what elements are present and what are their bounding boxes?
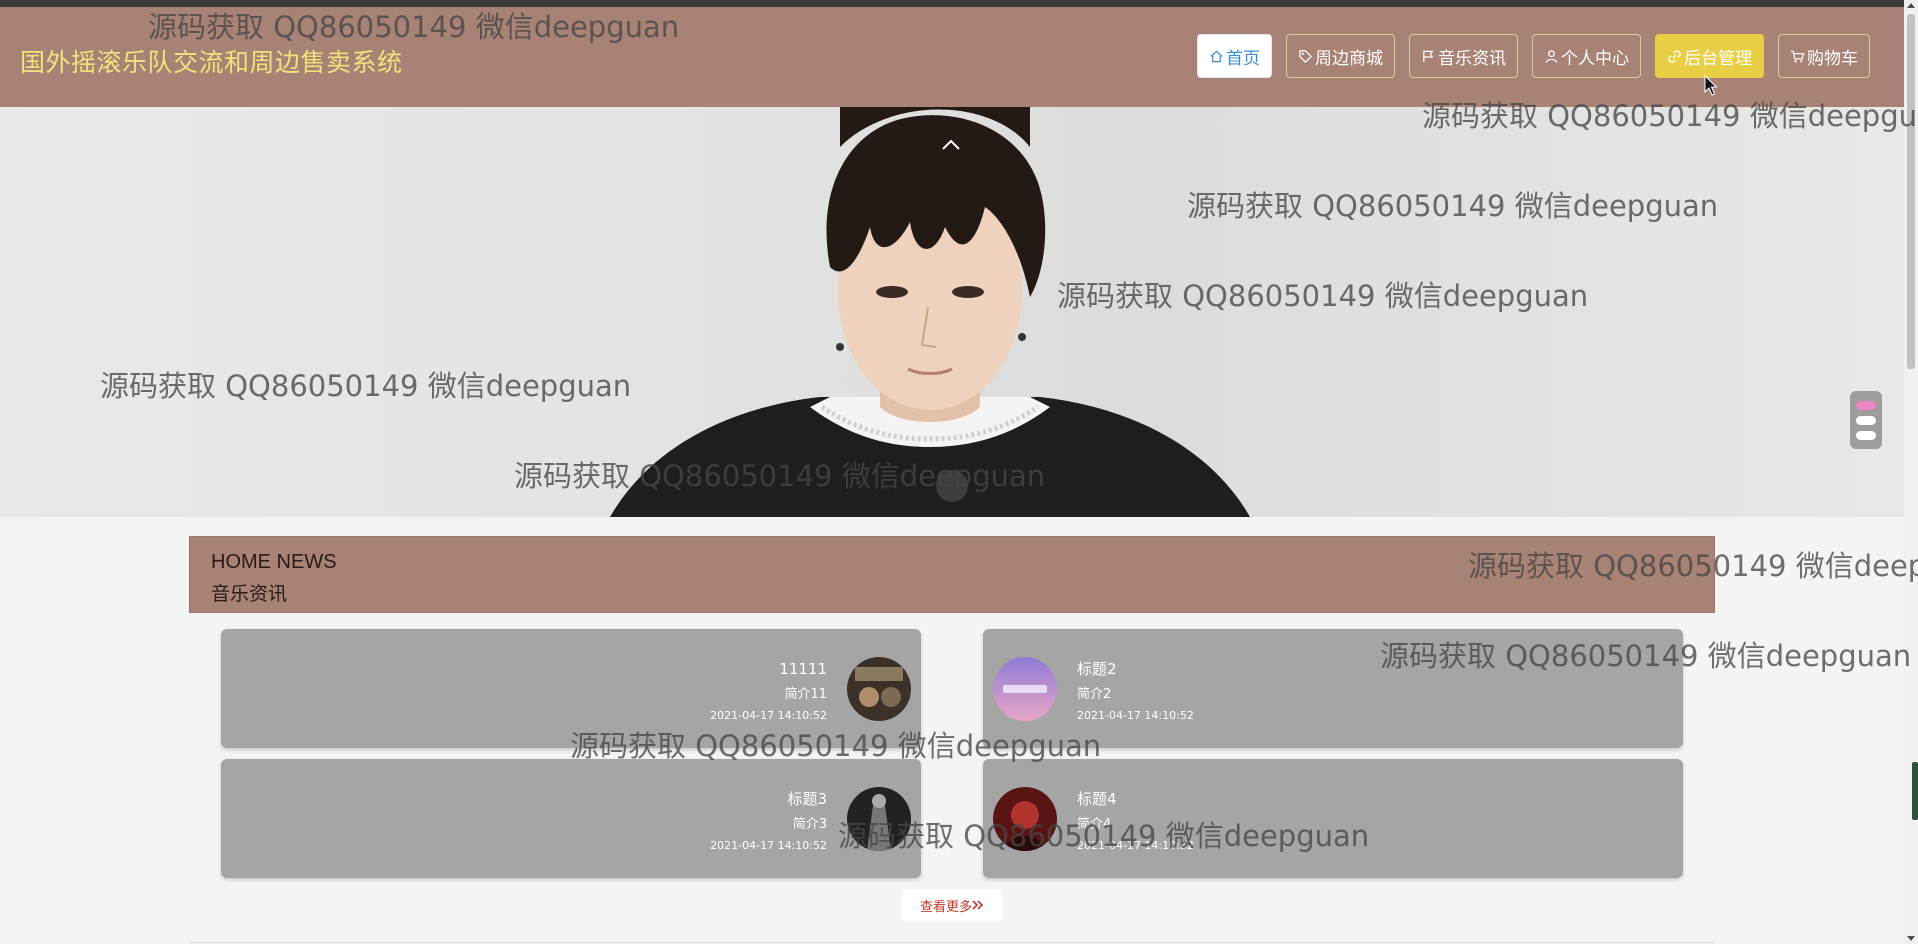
nav-admin-label: 后台管理 xyxy=(1684,48,1752,69)
main-nav: 首页 周边商城 音乐资讯 个人中心 后台管理 购物车 xyxy=(1197,34,1870,78)
carousel-dot-3[interactable] xyxy=(1856,430,1876,440)
nav-news-button[interactable]: 音乐资讯 xyxy=(1409,34,1518,78)
mouse-cursor-icon xyxy=(1704,75,1718,96)
nav-cart-button[interactable]: 购物车 xyxy=(1778,34,1870,78)
nav-home-label: 首页 xyxy=(1226,48,1260,69)
nav-cart-label: 购物车 xyxy=(1807,48,1858,69)
news-card-text: 标题4 简介4 2021-04-17 14:10:52 xyxy=(1077,789,1194,853)
news-date: 2021-04-17 14:10:52 xyxy=(1077,709,1194,722)
nav-profile-button[interactable]: 个人中心 xyxy=(1532,34,1641,78)
flag-icon xyxy=(1423,50,1434,62)
carousel-pause-button[interactable] xyxy=(936,470,968,502)
news-title: 标题4 xyxy=(1077,790,1117,808)
site-header: 国外摇滚乐队交流和周边售卖系统 首页 周边商城 音乐资讯 个人中心 后台管理 购… xyxy=(0,7,1904,107)
nav-shop-button[interactable]: 周边商城 xyxy=(1286,34,1395,78)
nav-shop-label: 周边商城 xyxy=(1315,48,1383,69)
view-more-button[interactable]: 查看更多 xyxy=(902,889,1002,921)
news-card[interactable]: 标题4 简介4 2021-04-17 14:10:52 xyxy=(983,759,1683,878)
news-card[interactable]: 标题3 简介3 2021-04-17 14:10:52 xyxy=(221,759,921,878)
news-title: 11111 xyxy=(779,660,827,678)
news-date: 2021-04-17 14:10:52 xyxy=(710,839,827,852)
news-section-header: HOME NEWS 音乐资讯 xyxy=(189,536,1715,613)
banner-carousel[interactable] xyxy=(0,107,1904,517)
news-date: 2021-04-17 14:10:52 xyxy=(710,709,827,722)
news-title: 标题3 xyxy=(787,790,827,808)
side-extension-widget[interactable] xyxy=(1912,762,1918,820)
carousel-dot-2[interactable] xyxy=(1856,415,1876,425)
nav-admin-button[interactable]: 后台管理 xyxy=(1655,34,1764,78)
nav-news-label: 音乐资讯 xyxy=(1438,48,1506,69)
news-card[interactable]: 11111 简介11 2021-04-17 14:10:52 xyxy=(221,629,921,748)
site-title: 国外摇滚乐队交流和周边售卖系统 xyxy=(20,48,403,77)
news-summary: 简介2 xyxy=(1077,687,1112,702)
scroll-down-arrow-icon[interactable] xyxy=(1907,936,1915,941)
tag-icon xyxy=(1299,49,1312,63)
scroll-thumb[interactable] xyxy=(1907,14,1915,369)
carousel-dot-1[interactable] xyxy=(1856,400,1876,410)
news-summary: 简介11 xyxy=(784,687,827,702)
news-summary: 简介3 xyxy=(792,817,827,832)
news-thumbnail-image xyxy=(847,787,911,851)
news-thumbnail-image xyxy=(993,787,1057,851)
user-icon xyxy=(1545,49,1558,63)
carousel-up-arrow-icon[interactable] xyxy=(938,132,964,158)
home-icon xyxy=(1210,50,1223,62)
double-chevron-right-icon xyxy=(972,900,984,910)
banner-artist-image xyxy=(610,107,1250,517)
section-bottom-divider xyxy=(189,942,1715,943)
cart-icon xyxy=(1790,50,1805,62)
news-section-title-en: HOME NEWS xyxy=(211,551,337,573)
news-section-title-cn: 音乐资讯 xyxy=(211,583,288,605)
news-card-text: 标题3 简介3 2021-04-17 14:10:52 xyxy=(710,789,827,853)
browser-top-edge xyxy=(0,0,1904,7)
news-summary: 简介4 xyxy=(1077,817,1112,832)
news-date: 2021-04-17 14:10:52 xyxy=(1077,839,1194,852)
news-card[interactable]: 标题2 简介2 2021-04-17 14:10:52 xyxy=(983,629,1683,748)
carousel-pagination xyxy=(1850,391,1882,449)
nav-home-button[interactable]: 首页 xyxy=(1197,34,1272,78)
news-title: 标题2 xyxy=(1077,660,1117,678)
scroll-up-arrow-icon[interactable] xyxy=(1907,3,1915,8)
news-grid: 11111 简介11 2021-04-17 14:10:52 标题2 简介2 2… xyxy=(221,629,1683,878)
news-card-text: 标题2 简介2 2021-04-17 14:10:52 xyxy=(1077,659,1194,723)
news-card-text: 11111 简介11 2021-04-17 14:10:52 xyxy=(710,659,827,723)
view-more-label: 查看更多 xyxy=(919,899,972,915)
link-icon xyxy=(1668,49,1681,63)
nav-profile-label: 个人中心 xyxy=(1561,48,1629,69)
news-thumbnail-image xyxy=(993,657,1057,721)
news-thumbnail-image xyxy=(847,657,911,721)
